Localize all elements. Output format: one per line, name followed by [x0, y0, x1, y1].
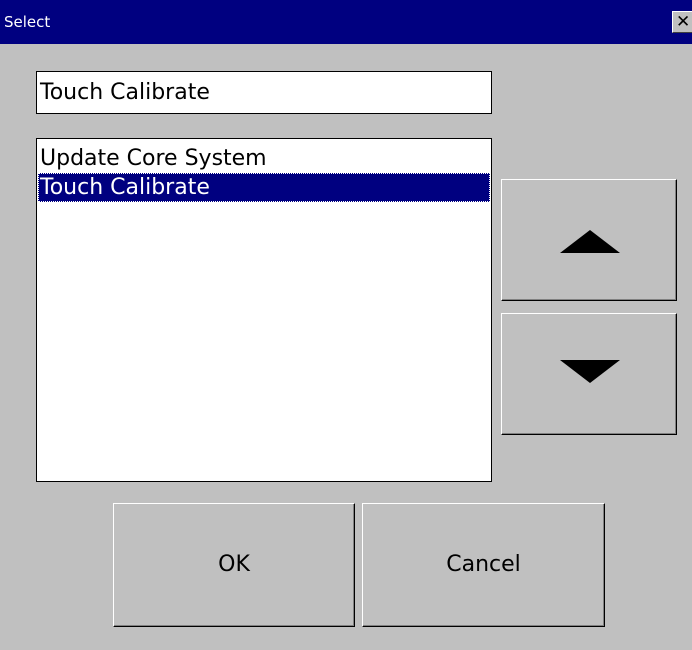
select-dialog: Select ✕ Touch Calibrate Update Core Sys… — [0, 0, 692, 650]
cancel-button[interactable]: Cancel — [362, 503, 605, 627]
ok-button-label: OK — [218, 552, 250, 577]
close-button[interactable]: ✕ — [672, 11, 692, 33]
move-up-button[interactable] — [501, 179, 677, 301]
list-item-update-core-system[interactable]: Update Core System — [38, 144, 490, 173]
triangle-up-icon — [560, 230, 620, 253]
selection-field[interactable]: Touch Calibrate — [36, 71, 492, 114]
list-items: Update Core System Touch Calibrate — [38, 144, 490, 202]
close-icon: ✕ — [676, 12, 691, 32]
window-title: Select — [4, 13, 51, 31]
list-item-touch-calibrate[interactable]: Touch Calibrate — [38, 173, 490, 202]
move-down-button[interactable] — [501, 313, 677, 435]
cancel-button-label: Cancel — [446, 552, 521, 577]
options-listbox[interactable]: Update Core System Touch Calibrate — [36, 138, 492, 482]
title-bar: Select ✕ — [0, 0, 692, 44]
triangle-down-icon — [560, 360, 620, 383]
ok-button[interactable]: OK — [113, 503, 355, 627]
